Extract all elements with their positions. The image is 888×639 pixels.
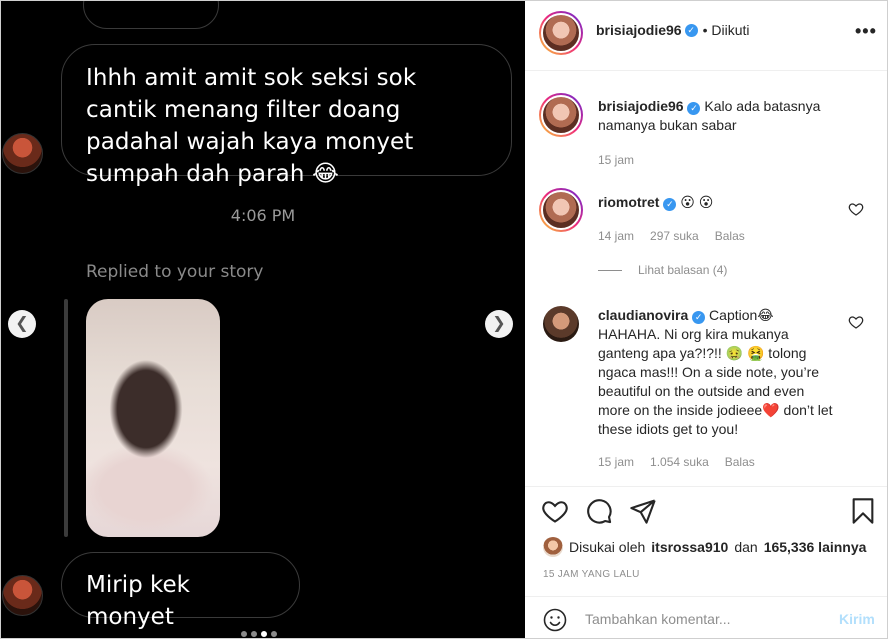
sender-avatar xyxy=(2,133,43,174)
chevron-right-icon[interactable]: ❯ xyxy=(485,310,513,338)
more-icon[interactable]: ••• xyxy=(855,21,877,42)
comment-username[interactable]: riomotret xyxy=(598,194,659,210)
post-header: brisiajodie96 ✓ • Diikuti ••• xyxy=(525,1,887,71)
smile-icon[interactable] xyxy=(543,608,567,632)
comment-meta: 14 jam 297 suka Balas xyxy=(598,229,745,243)
share-icon[interactable] xyxy=(629,497,657,525)
reply-button[interactable]: Balas xyxy=(725,455,755,469)
liker-avatar xyxy=(543,537,563,557)
carousel-dot-active xyxy=(261,631,267,637)
carousel-dot xyxy=(241,631,247,637)
comment-username[interactable]: claudianovira xyxy=(598,307,688,323)
heart-icon[interactable] xyxy=(541,497,569,525)
comment-likes[interactable]: 297 suka xyxy=(650,229,699,243)
message-bubble-partial xyxy=(83,1,219,29)
replied-label: Replied to your story xyxy=(86,262,264,282)
post-timestamp: 15 JAM YANG LALU xyxy=(543,569,640,580)
author-username[interactable]: brisiajodie96 xyxy=(596,22,682,38)
comment-meta: 15 jam 1.054 suka Balas xyxy=(598,455,755,469)
sender-avatar xyxy=(2,575,43,616)
likes-prefix: Disukai oleh xyxy=(569,539,646,555)
likes-middle: dan xyxy=(734,539,758,555)
likes-count[interactable]: 165,336 lainnya xyxy=(764,539,867,555)
reply-button[interactable]: Balas xyxy=(715,229,745,243)
story-thumbnail xyxy=(86,299,220,537)
follow-status[interactable]: • Diikuti xyxy=(703,22,750,38)
post-comment-button[interactable]: Kirim xyxy=(839,611,875,627)
verified-icon: ✓ xyxy=(687,102,701,115)
comment-icon[interactable] xyxy=(585,497,613,525)
commenter-avatar[interactable] xyxy=(543,306,579,342)
comment-body: riomotret ✓ 😮 😮 xyxy=(598,193,838,212)
likes-summary: Disukai oleh itsrossa910 dan 165,336 lai… xyxy=(543,537,866,557)
carousel-dot xyxy=(271,631,277,637)
caption-username[interactable]: brisiajodie96 xyxy=(598,98,684,114)
message-bubble: Mirip kek monyet xyxy=(61,552,300,630)
author-avatar[interactable] xyxy=(539,93,583,137)
message-text: Ihhh amit amit sok seksi sok cantik mena… xyxy=(86,65,417,187)
comment-time: 15 jam xyxy=(598,455,635,469)
commenter-avatar[interactable] xyxy=(539,188,583,232)
caption-body: brisiajodie96 ✓ Kalo ada batasnya namany… xyxy=(598,97,838,135)
comment-time: 14 jam xyxy=(598,229,635,243)
comment-body: claudianovira ✓ Caption😂 HAHAHA. Ni org … xyxy=(598,306,838,439)
comment-likes[interactable]: 1.054 suka xyxy=(650,455,709,469)
verified-icon: ✓ xyxy=(692,311,706,324)
add-comment-bar: Kirim xyxy=(525,596,887,639)
reply-indicator-line xyxy=(64,299,68,537)
post-actions: Disukai oleh itsrossa910 dan 165,336 lai… xyxy=(525,486,887,638)
verified-icon: ✓ xyxy=(684,23,698,37)
carousel-dot xyxy=(251,631,257,637)
caption-time: 15 jam xyxy=(598,153,635,167)
view-replies-label: Lihat balasan (4) xyxy=(638,263,728,277)
comment-text: Caption😂 HAHAHA. Ni org kira mukanya gan… xyxy=(598,307,833,437)
chevron-left-icon[interactable]: ❮ xyxy=(8,310,36,338)
author-row: brisiajodie96 ✓ • Diikuti xyxy=(596,22,750,38)
view-replies-button[interactable]: Lihat balasan (4) xyxy=(598,263,727,277)
liker-username[interactable]: itsrossa910 xyxy=(651,539,728,555)
story-media: Ihhh amit amit sok seksi sok cantik mena… xyxy=(1,1,525,638)
comment-input[interactable] xyxy=(585,607,825,631)
author-avatar[interactable] xyxy=(539,11,583,55)
message-text: Mirip kek monyet xyxy=(86,572,190,630)
message-bubble: Ihhh amit amit sok seksi sok cantik mena… xyxy=(61,44,512,187)
comment-text: 😮 😮 xyxy=(680,194,714,210)
carousel-dots xyxy=(241,631,277,637)
caption-meta: 15 jam xyxy=(598,153,634,167)
heart-icon[interactable] xyxy=(848,201,864,217)
comments-list: brisiajodie96 ✓ Kalo ada batasnya namany… xyxy=(525,72,887,486)
post-sidebar: brisiajodie96 ✓ • Diikuti ••• brisiajodi… xyxy=(525,1,887,638)
divider xyxy=(598,269,622,271)
verified-icon: ✓ xyxy=(663,198,677,211)
heart-icon[interactable] xyxy=(848,314,864,330)
bookmark-icon[interactable] xyxy=(849,497,877,525)
message-time: 4:06 PM xyxy=(230,206,296,225)
